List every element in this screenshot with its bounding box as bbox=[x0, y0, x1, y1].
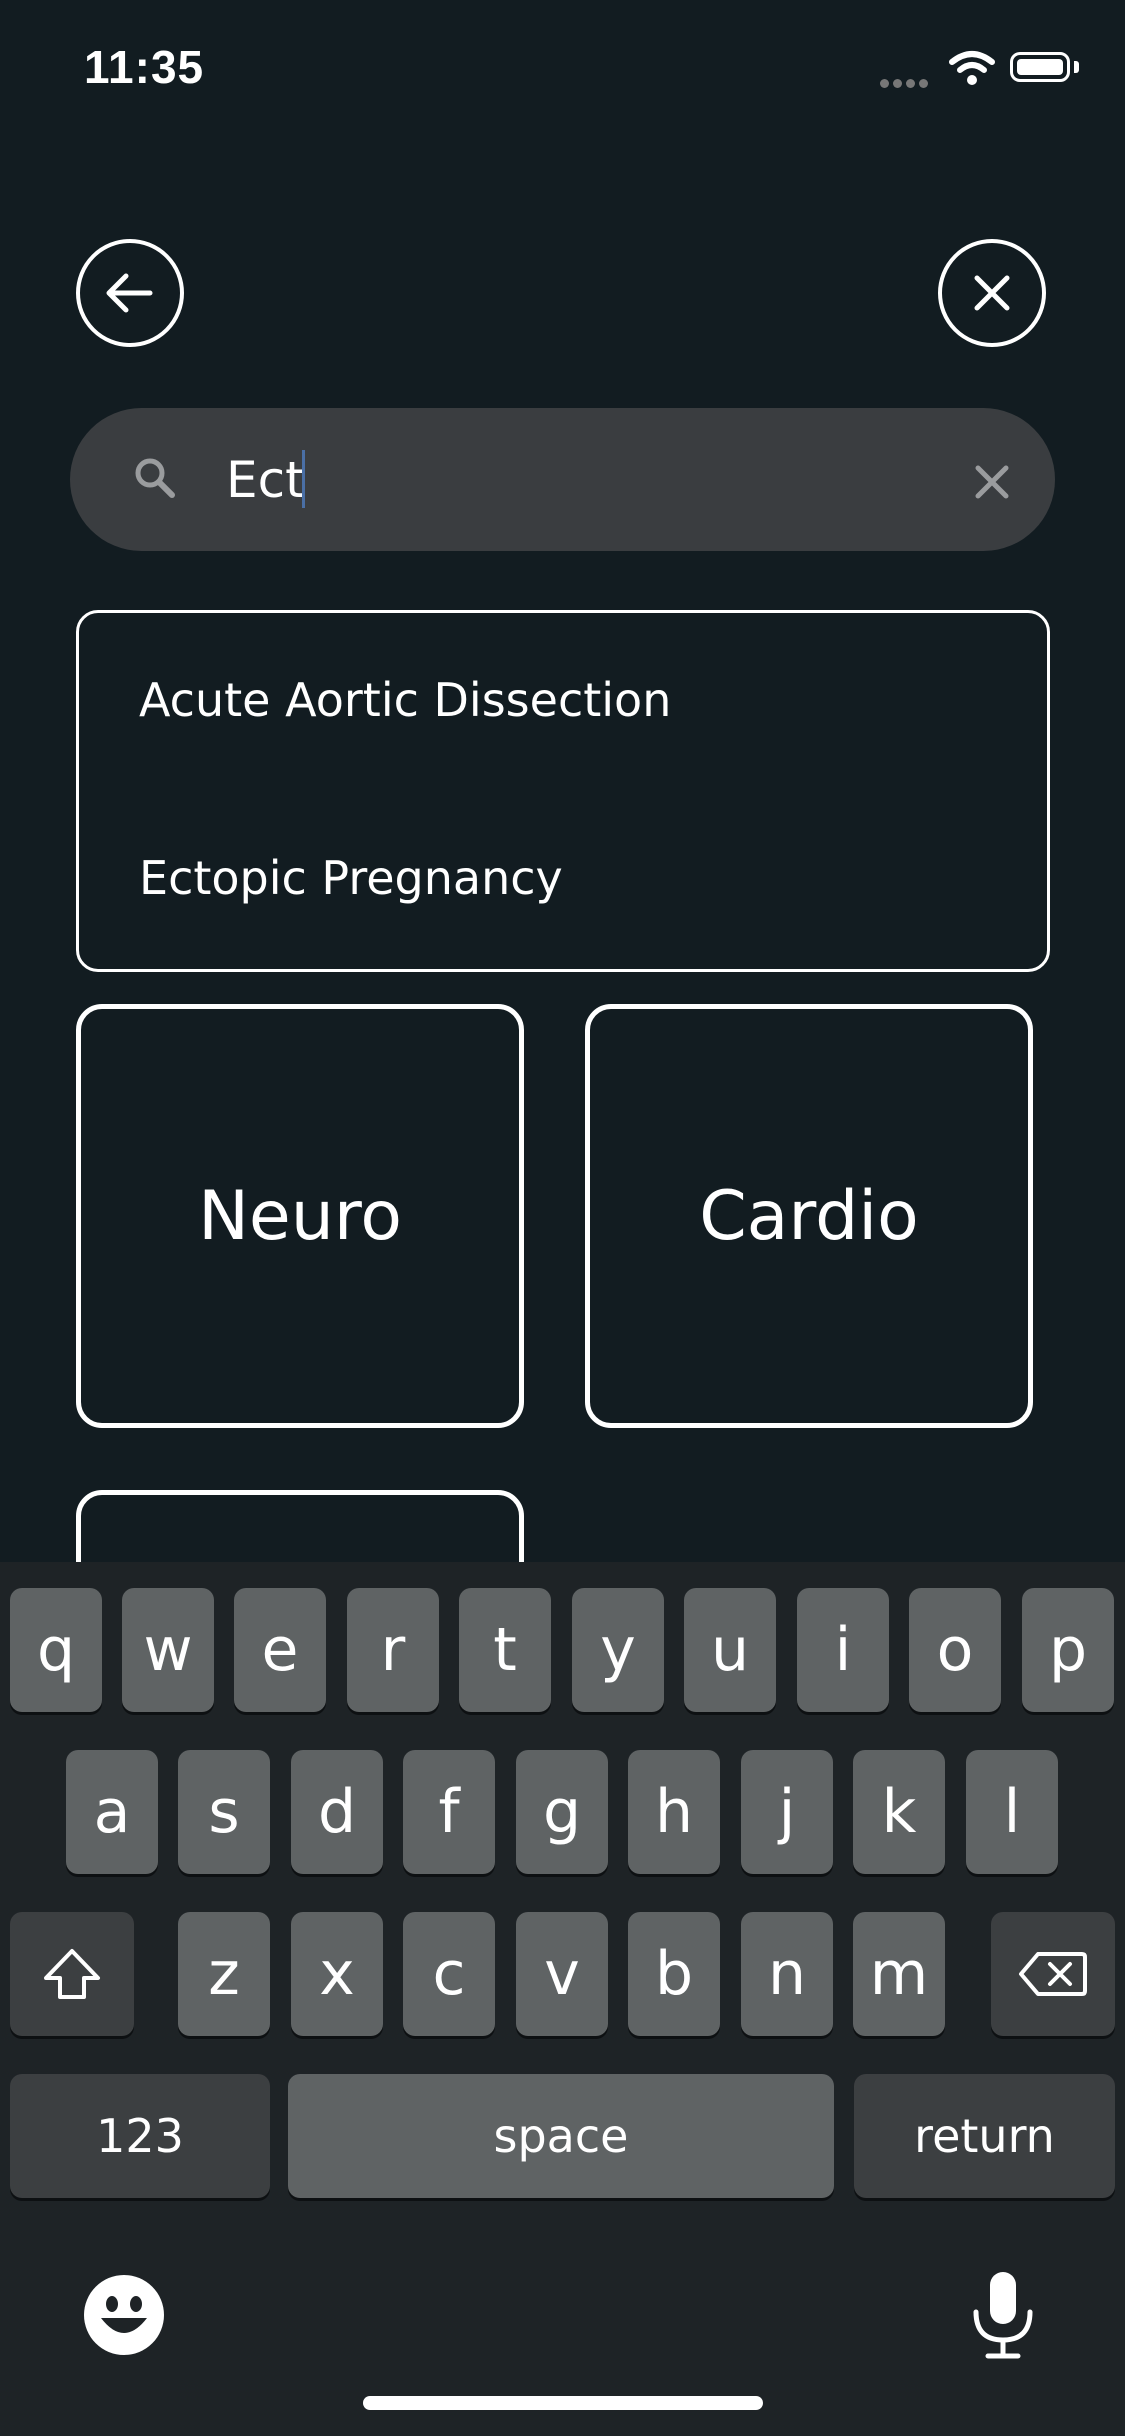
close-icon bbox=[974, 275, 1010, 311]
result-item[interactable]: Ectopic Pregnancy bbox=[139, 851, 563, 905]
search-input[interactable] bbox=[226, 442, 926, 518]
return-key[interactable]: return bbox=[854, 2074, 1115, 2198]
close-button[interactable] bbox=[938, 239, 1046, 347]
key-q[interactable]: q bbox=[10, 1588, 102, 1712]
battery-icon bbox=[1010, 52, 1070, 82]
status-time: 11:35 bbox=[84, 41, 205, 93]
key-o[interactable]: o bbox=[909, 1588, 1001, 1712]
clear-icon[interactable] bbox=[970, 460, 1014, 508]
key-m[interactable]: m bbox=[853, 1912, 945, 2036]
numbers-key[interactable]: 123 bbox=[10, 2074, 270, 2198]
microphone-icon[interactable] bbox=[968, 2268, 1038, 2368]
key-h[interactable]: h bbox=[628, 1750, 720, 1874]
key-x[interactable]: x bbox=[291, 1912, 383, 2036]
key-i[interactable]: i bbox=[797, 1588, 889, 1712]
delete-key[interactable] bbox=[991, 1912, 1115, 2036]
backspace-icon bbox=[1019, 1952, 1087, 1996]
result-item[interactable]: Acute Aortic Dissection bbox=[139, 673, 671, 727]
key-f[interactable]: f bbox=[403, 1750, 495, 1874]
key-y[interactable]: y bbox=[572, 1588, 664, 1712]
wifi-icon bbox=[948, 50, 996, 90]
back-button[interactable] bbox=[76, 239, 184, 347]
search-results-list: Acute Aortic Dissection Ectopic Pregnanc… bbox=[76, 610, 1050, 972]
key-s[interactable]: s bbox=[178, 1750, 270, 1874]
shift-key[interactable] bbox=[10, 1912, 134, 2036]
home-indicator bbox=[363, 2396, 763, 2410]
key-b[interactable]: b bbox=[628, 1912, 720, 2036]
key-n[interactable]: n bbox=[741, 1912, 833, 2036]
cellular-signal-icon bbox=[880, 73, 932, 92]
space-key[interactable]: space bbox=[288, 2074, 834, 2198]
key-u[interactable]: u bbox=[684, 1588, 776, 1712]
key-w[interactable]: w bbox=[122, 1588, 214, 1712]
key-e[interactable]: e bbox=[234, 1588, 326, 1712]
search-icon bbox=[132, 455, 178, 505]
shift-icon bbox=[44, 1949, 100, 1999]
category-tile-neuro[interactable]: Neuro bbox=[76, 1004, 524, 1428]
arrow-left-icon bbox=[106, 273, 153, 313]
key-z[interactable]: z bbox=[178, 1912, 270, 2036]
key-r[interactable]: r bbox=[347, 1588, 439, 1712]
keyboard: q w e r t y u i o p a s d f g h j k l z … bbox=[0, 1562, 1125, 2436]
battery-cap bbox=[1074, 61, 1079, 73]
key-c[interactable]: c bbox=[403, 1912, 495, 2036]
key-t[interactable]: t bbox=[459, 1588, 551, 1712]
key-g[interactable]: g bbox=[516, 1750, 608, 1874]
key-j[interactable]: j bbox=[741, 1750, 833, 1874]
category-tile-cardio[interactable]: Cardio bbox=[585, 1004, 1033, 1428]
key-d[interactable]: d bbox=[291, 1750, 383, 1874]
key-p[interactable]: p bbox=[1022, 1588, 1114, 1712]
emoji-icon[interactable] bbox=[83, 2274, 165, 2360]
key-v[interactable]: v bbox=[516, 1912, 608, 2036]
key-l[interactable]: l bbox=[966, 1750, 1058, 1874]
key-a[interactable]: a bbox=[66, 1750, 158, 1874]
key-k[interactable]: k bbox=[853, 1750, 945, 1874]
text-caret bbox=[302, 450, 305, 508]
